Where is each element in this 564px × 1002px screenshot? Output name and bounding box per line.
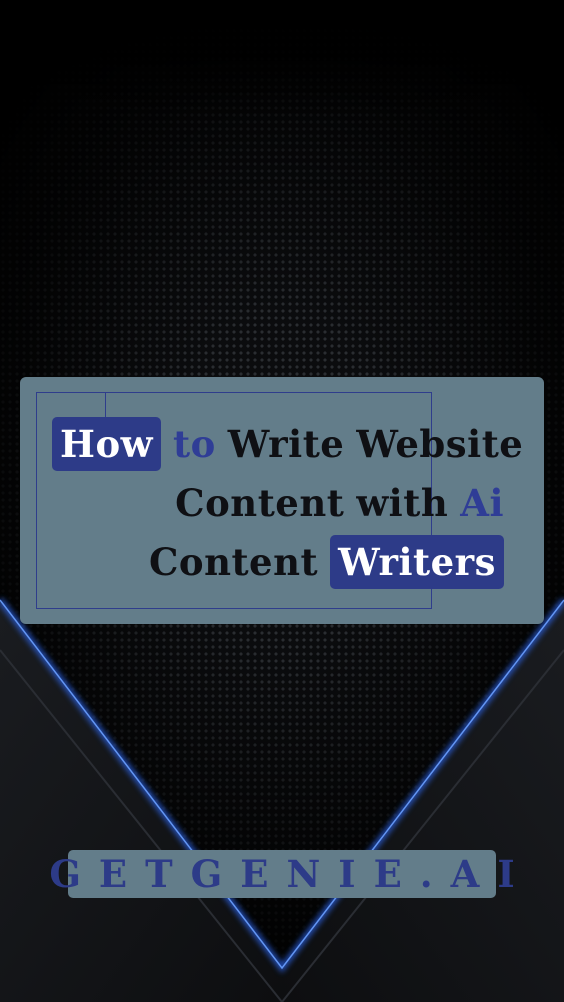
title-word-ai: Ai — [460, 481, 504, 525]
title-word-content-2: Content — [148, 540, 319, 584]
title-card-frame-tab — [36, 392, 106, 418]
title-word-with: with — [356, 481, 449, 525]
title-line-2: Content with Ai — [175, 476, 504, 530]
left-panel — [0, 600, 282, 1002]
right-panel — [282, 600, 564, 1002]
brand-label: GETGENIE.AI — [49, 850, 533, 898]
title-word-writers: Writers — [330, 535, 504, 589]
title-word-website: Website — [356, 422, 524, 466]
title-word-how: How — [52, 417, 161, 471]
title-word-write: Write — [227, 422, 345, 466]
title-line-1: How to Write Website — [52, 417, 523, 471]
title-line-3: Content Writers — [149, 535, 504, 589]
title-word-to: to — [173, 422, 216, 466]
title-word-content: Content — [175, 481, 345, 525]
